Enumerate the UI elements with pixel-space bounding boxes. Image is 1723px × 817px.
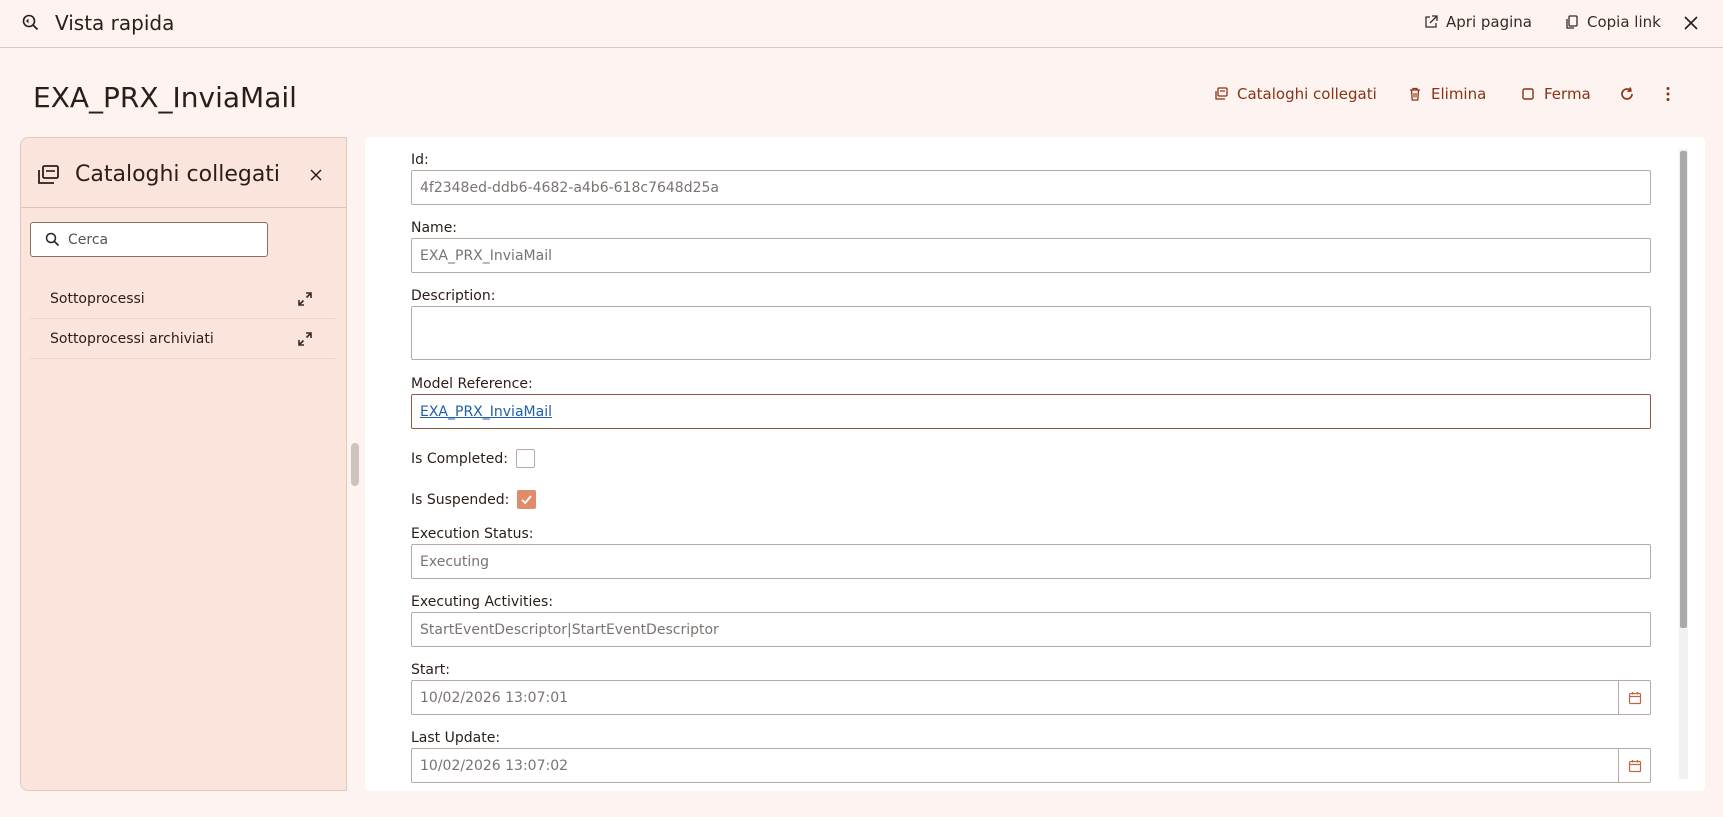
last-update-date-field[interactable]: 10/02/2026 13:07:02 bbox=[411, 748, 1651, 783]
model-reference-label: Model Reference: bbox=[411, 376, 533, 392]
external-link-icon bbox=[1425, 15, 1438, 28]
is-completed-checkbox[interactable] bbox=[515, 449, 535, 468]
list-item-label: Sottoprocessi archiviati bbox=[50, 330, 214, 347]
start-calendar-button[interactable] bbox=[1618, 681, 1650, 714]
name-field[interactable]: EXA_PRX_InviaMail bbox=[411, 238, 1651, 273]
panel-header: Cataloghi collegati bbox=[21, 138, 346, 208]
search-icon bbox=[45, 232, 60, 247]
linked-catalogs-panel: Cataloghi collegati Sottoprocessi Sottop… bbox=[20, 137, 347, 791]
open-page-label: Apri pagina bbox=[1446, 13, 1532, 31]
description-label: Description: bbox=[411, 288, 496, 304]
quick-view-title: Vista rapida bbox=[55, 11, 175, 35]
delete-label: Elimina bbox=[1431, 85, 1487, 103]
execution-status-value: Executing bbox=[420, 553, 490, 570]
last-update-value: 10/02/2026 13:07:02 bbox=[420, 757, 569, 774]
linked-catalogs-label: Cataloghi collegati bbox=[1237, 85, 1377, 103]
start-label: Start: bbox=[411, 662, 450, 678]
more-options-icon[interactable] bbox=[1659, 85, 1677, 103]
is-suspended-label: Is Suspended: bbox=[411, 491, 510, 508]
list-item-subprocesses[interactable]: Sottoprocessi bbox=[30, 279, 335, 319]
close-icon[interactable] bbox=[1681, 13, 1701, 33]
page-title: EXA_PRX_InviaMail bbox=[33, 81, 297, 114]
last-update-label: Last Update: bbox=[411, 730, 501, 746]
trash-icon bbox=[1410, 87, 1420, 101]
id-value: 4f2348ed-ddb6-4682-a4b6-618c7648d25a bbox=[420, 179, 719, 196]
list-item-archived-subprocesses[interactable]: Sottoprocessi archiviati bbox=[30, 319, 335, 359]
name-value: EXA_PRX_InviaMail bbox=[420, 247, 552, 264]
executing-activities-value: StartEventDescriptor|StartEventDescripto… bbox=[420, 621, 719, 638]
execution-status-field[interactable]: Executing bbox=[411, 544, 1651, 579]
scrollbar-thumb[interactable] bbox=[1680, 151, 1687, 628]
execution-status-label: Execution Status: bbox=[411, 526, 534, 542]
description-field[interactable] bbox=[411, 306, 1651, 360]
start-value: 10/02/2026 13:07:01 bbox=[420, 689, 569, 706]
linked-catalogs-button[interactable]: Cataloghi collegati bbox=[1213, 85, 1377, 103]
last-update-calendar-button[interactable] bbox=[1618, 749, 1650, 782]
copy-link-label: Copia link bbox=[1587, 13, 1661, 31]
catalog-icon bbox=[1215, 87, 1228, 100]
calendar-icon bbox=[1628, 691, 1641, 704]
close-panel-icon[interactable] bbox=[308, 167, 324, 183]
delete-button[interactable]: Elimina bbox=[1407, 85, 1486, 103]
quick-view-bar: Vista rapida Apri pagina Copia link bbox=[0, 0, 1723, 48]
name-label: Name: bbox=[411, 220, 458, 236]
refresh-icon[interactable] bbox=[1618, 85, 1636, 103]
executing-activities-label: Executing Activities: bbox=[411, 594, 554, 610]
search-box bbox=[30, 222, 268, 257]
is-completed-label: Is Completed: bbox=[411, 450, 508, 467]
stop-icon bbox=[1522, 88, 1534, 100]
is-completed-row: Is Completed: bbox=[411, 449, 535, 468]
model-reference-link[interactable]: EXA_PRX_InviaMail bbox=[420, 404, 552, 420]
checkmark-icon bbox=[521, 495, 533, 505]
open-page-button[interactable]: Apri pagina bbox=[1423, 13, 1532, 31]
copy-icon bbox=[1566, 15, 1578, 29]
stop-label: Ferma bbox=[1544, 85, 1591, 103]
copy-link-button[interactable]: Copia link bbox=[1564, 13, 1661, 31]
detail-form: Id: 4f2348ed-ddb6-4682-a4b6-618c7648d25a… bbox=[365, 137, 1705, 791]
expand-icon[interactable] bbox=[297, 291, 313, 307]
catalog-icon bbox=[38, 165, 59, 184]
is-suspended-checkbox[interactable] bbox=[517, 490, 537, 509]
quick-view-icon bbox=[22, 14, 39, 31]
calendar-icon bbox=[1628, 759, 1641, 772]
search-input[interactable] bbox=[68, 231, 248, 248]
id-field[interactable]: 4f2348ed-ddb6-4682-a4b6-618c7648d25a bbox=[411, 170, 1651, 205]
start-date-field[interactable]: 10/02/2026 13:07:01 bbox=[411, 680, 1651, 715]
form-scrollbar[interactable] bbox=[1679, 149, 1688, 779]
expand-icon[interactable] bbox=[297, 331, 313, 347]
executing-activities-field[interactable]: StartEventDescriptor|StartEventDescripto… bbox=[411, 612, 1651, 647]
stop-button[interactable]: Ferma bbox=[1520, 85, 1591, 103]
id-label: Id: bbox=[411, 152, 429, 168]
model-reference-field: EXA_PRX_InviaMail bbox=[411, 394, 1651, 429]
list-item-label: Sottoprocessi bbox=[50, 290, 145, 307]
panel-title: Cataloghi collegati bbox=[75, 162, 281, 187]
panel-resize-handle[interactable] bbox=[351, 443, 359, 486]
is-suspended-row: Is Suspended: bbox=[411, 490, 537, 509]
